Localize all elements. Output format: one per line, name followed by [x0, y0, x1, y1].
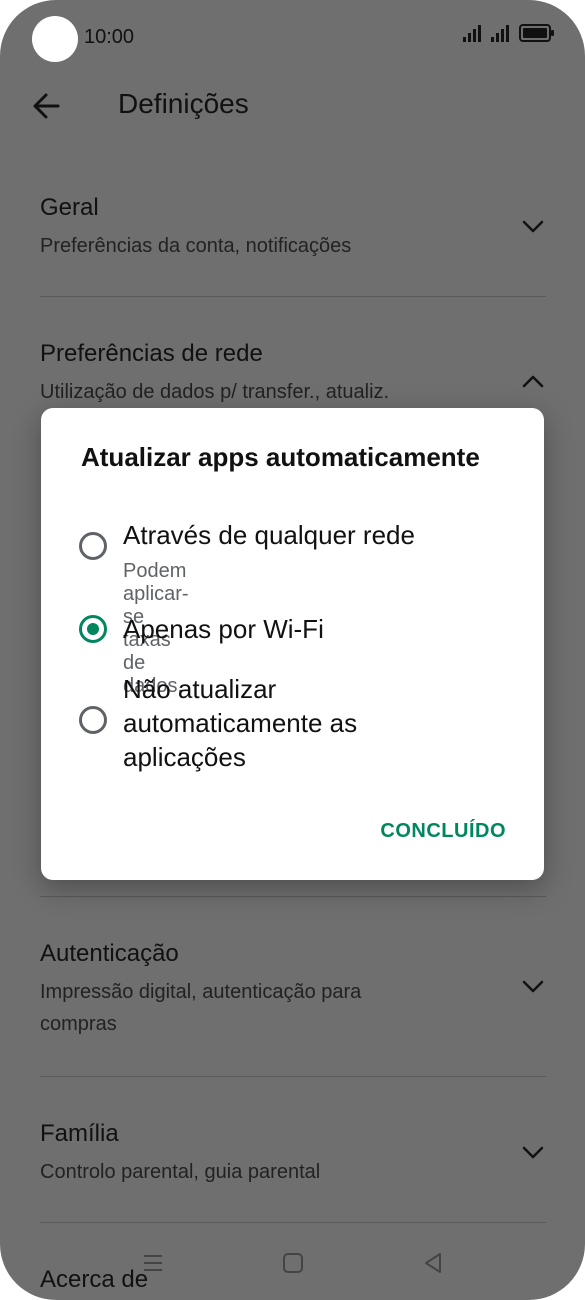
radio-button-selected[interactable]	[79, 615, 107, 643]
done-button[interactable]: CONCLUÍDO	[380, 820, 506, 843]
option-label: Apenas por Wi-Fi	[123, 614, 324, 644]
option-label: Não atualizar automaticamente as aplicaç…	[123, 674, 358, 772]
phone-frame: 10:00 Definições Geral Preferências da c…	[0, 0, 585, 1300]
radio-button[interactable]	[79, 532, 107, 560]
option-label: Através de qualquer rede	[123, 520, 415, 550]
dialog-title: Atualizar apps automaticamente	[81, 442, 480, 472]
auto-update-dialog: Atualizar apps automaticamente Através d…	[41, 408, 544, 880]
screen: 10:00 Definições Geral Preferências da c…	[0, 0, 585, 1300]
radio-button[interactable]	[79, 706, 107, 734]
